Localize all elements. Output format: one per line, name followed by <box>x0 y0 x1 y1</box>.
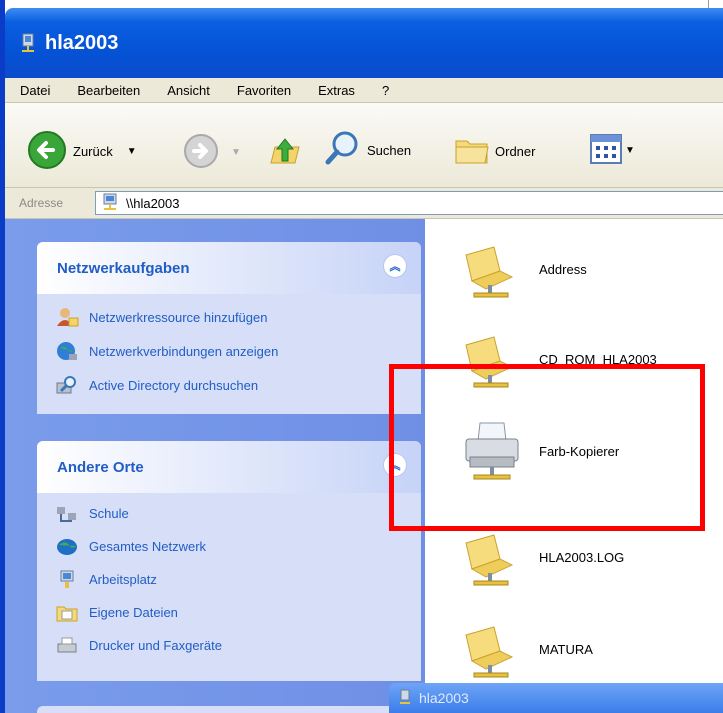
add-network-place-icon <box>55 306 79 328</box>
network-tasks-header[interactable]: Netzwerkaufgaben ︽ <box>37 242 421 294</box>
shared-folder-icon <box>460 237 524 301</box>
menu-datei[interactable]: Datei <box>5 83 62 98</box>
file-name: HLA2003.LOG <box>539 549 625 565</box>
other-places-header[interactable]: Andere Orte ︽ <box>37 441 421 493</box>
address-label: Adresse <box>19 196 64 210</box>
task-pane: Netzwerkaufgaben ︽ Netzwerkressource hin… <box>5 219 425 713</box>
search-label: Suchen <box>367 143 412 158</box>
network-tasks-panel: Netzwerkaufgaben ︽ Netzwerkressource hin… <box>37 242 421 414</box>
menu-bearbeiten[interactable]: Bearbeiten <box>62 83 152 98</box>
search-active-directory-label: Active Directory durchsuchen <box>89 377 259 393</box>
show-network-connections-link[interactable]: Netzwerkverbindungen anzeigen <box>55 334 421 368</box>
file-item-matura[interactable]: MATURA <box>460 617 593 681</box>
network-printer-icon <box>460 419 524 483</box>
back-button[interactable]: Zurück ▼ <box>27 130 137 173</box>
place-printers-faxes-link[interactable]: Drucker und Faxgeräte <box>55 629 421 662</box>
menu-ansicht[interactable]: Ansicht <box>152 83 222 98</box>
toolbar: Zurück ▼ ▼ Suchen Ordner ▼ <box>5 103 723 188</box>
details-panel-stub <box>37 706 421 713</box>
other-places-panel: Andere Orte ︽ Schule Gesamtes Netzwerk A… <box>37 441 421 681</box>
shared-folder-icon <box>460 617 524 681</box>
forward-button[interactable]: ▼ <box>183 133 241 172</box>
collapse-chevron-icon[interactable]: ︽ <box>383 254 407 278</box>
title-bar[interactable]: hla2003 <box>5 8 723 78</box>
views-button[interactable]: ▼ <box>589 133 635 168</box>
folders-button[interactable]: Ordner <box>453 131 535 172</box>
place-entire-network-link[interactable]: Gesamtes Netzwerk <box>55 530 421 563</box>
window-title: hla2003 <box>45 31 119 54</box>
network-tasks-title: Netzwerkaufgaben <box>57 259 190 277</box>
second-window-titlebar[interactable]: hla2003 <box>389 683 723 713</box>
menu-help[interactable]: ? <box>367 83 401 98</box>
address-bar: Adresse \\hla2003 <box>5 188 723 219</box>
forward-arrow-icon <box>183 133 219 172</box>
back-dropdown-icon[interactable]: ▼ <box>127 146 137 157</box>
place-my-computer-link[interactable]: Arbeitsplatz <box>55 563 421 596</box>
place-my-documents-link[interactable]: Eigene Dateien <box>55 596 421 629</box>
back-label: Zurück <box>73 144 113 159</box>
show-network-connections-label: Netzwerkverbindungen anzeigen <box>89 343 279 359</box>
file-list: Address CD_ROM_HLA2003 Farb-Kopierer HLA… <box>425 219 723 713</box>
other-places-title: Andere Orte <box>57 458 144 476</box>
second-window-title: hla2003 <box>419 690 469 706</box>
explorer-window: hla2003 Datei Bearbeiten Ansicht Favorit… <box>0 0 723 713</box>
file-item-hla2003-log[interactable]: HLA2003.LOG <box>460 525 624 589</box>
back-arrow-icon <box>27 130 67 173</box>
place-entire-network-label: Gesamtes Netzwerk <box>89 539 207 554</box>
file-name: CD_ROM_HLA2003 <box>539 351 657 367</box>
search-button[interactable]: Suchen <box>323 129 411 172</box>
views-grid-icon <box>589 133 623 168</box>
directory-search-icon <box>55 374 79 396</box>
search-active-directory-link[interactable]: Active Directory durchsuchen <box>55 368 421 402</box>
my-computer-icon <box>55 569 79 591</box>
folders-label: Ordner <box>495 144 536 159</box>
file-item-address[interactable]: Address <box>460 237 587 301</box>
up-folder-button[interactable] <box>267 133 303 172</box>
address-input[interactable]: \\hla2003 <box>95 191 723 215</box>
domain-computers-icon <box>55 503 79 525</box>
collapse-chevron-icon[interactable]: ︽ <box>383 453 407 477</box>
entire-network-globe-icon <box>55 536 79 558</box>
network-computer-icon <box>21 33 35 53</box>
place-schule-link[interactable]: Schule <box>55 497 421 530</box>
printers-faxes-icon <box>55 635 79 657</box>
shared-folder-icon <box>460 525 524 589</box>
add-network-resource-label: Netzwerkressource hinzufügen <box>89 309 268 325</box>
add-network-resource-link[interactable]: Netzwerkressource hinzufügen <box>55 300 421 334</box>
file-name: Farb-Kopierer <box>539 443 620 459</box>
file-name: MATURA <box>539 641 593 657</box>
menu-favoriten[interactable]: Favoriten <box>222 83 303 98</box>
views-dropdown-icon[interactable]: ▼ <box>625 145 635 156</box>
menu-extras[interactable]: Extras <box>303 83 367 98</box>
file-item-cd-rom[interactable]: CD_ROM_HLA2003 <box>460 327 657 391</box>
place-printers-faxes-label: Drucker und Faxgeräte <box>89 638 222 653</box>
place-schule-label: Schule <box>89 506 129 521</box>
search-icon <box>323 129 363 172</box>
my-documents-folder-icon <box>55 602 79 624</box>
menu-bar: Datei Bearbeiten Ansicht Favoriten Extra… <box>5 78 723 103</box>
folder-icon <box>453 131 491 172</box>
forward-dropdown-icon[interactable]: ▼ <box>231 147 241 158</box>
address-value: \\hla2003 <box>126 195 180 211</box>
place-my-computer-label: Arbeitsplatz <box>89 572 157 587</box>
address-computer-icon <box>102 193 118 214</box>
shared-folder-icon <box>460 327 524 391</box>
file-item-farb-kopierer[interactable]: Farb-Kopierer <box>460 419 619 483</box>
network-globe-icon <box>55 340 79 362</box>
second-window-icon <box>399 689 411 708</box>
up-folder-icon <box>267 133 303 172</box>
top-background <box>0 0 723 8</box>
place-my-documents-label: Eigene Dateien <box>89 605 178 620</box>
file-name: Address <box>539 261 587 277</box>
